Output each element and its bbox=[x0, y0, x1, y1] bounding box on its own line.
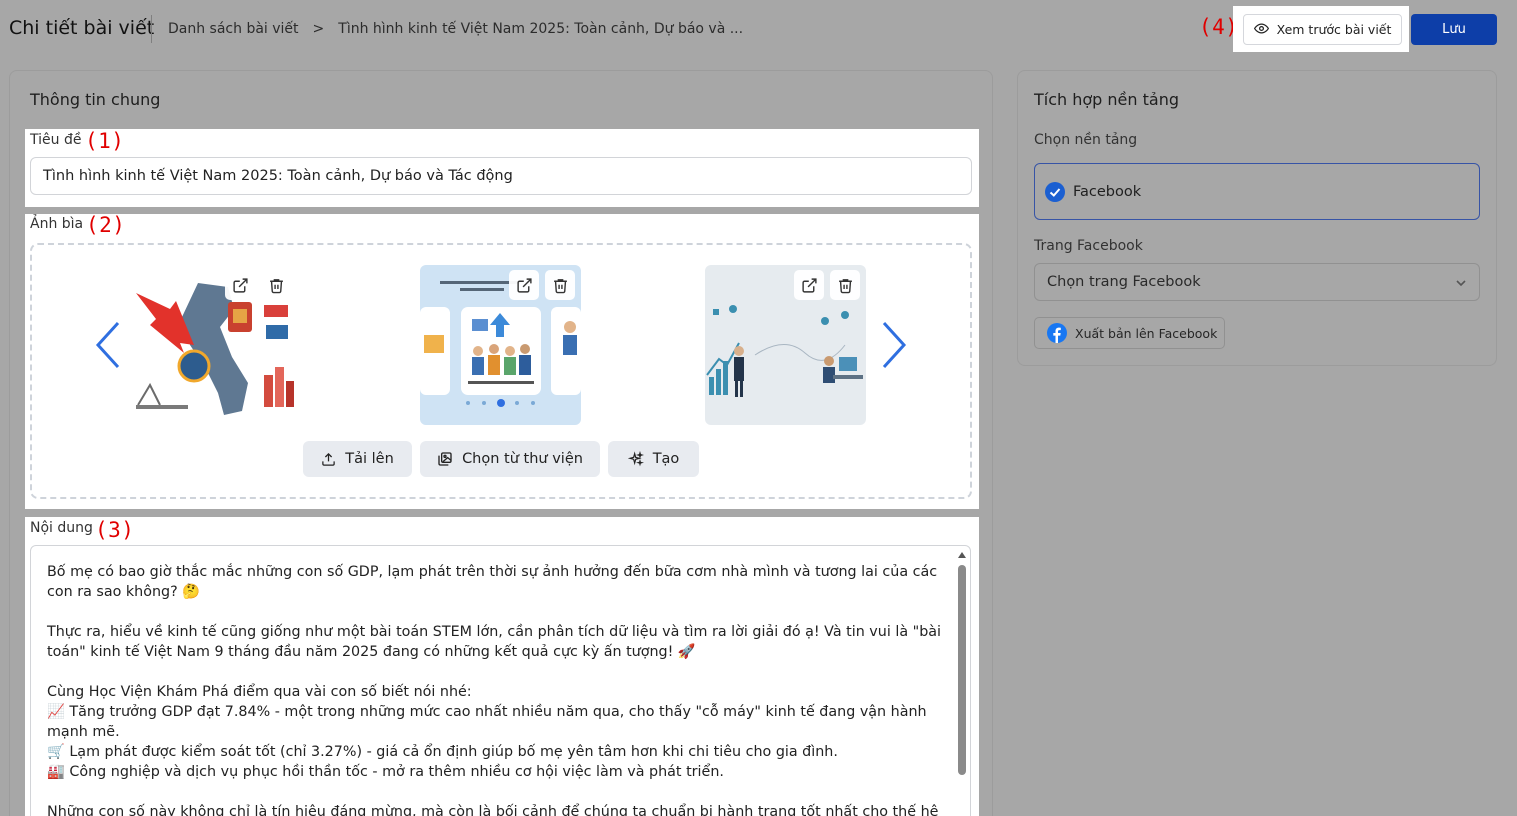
choose-from-library-button[interactable]: Chọn từ thư viện bbox=[420, 441, 600, 477]
open-image-2-button[interactable] bbox=[509, 270, 539, 300]
publish-facebook-button[interactable]: Xuất bản lên Facebook bbox=[1034, 317, 1225, 349]
general-info-title: Thông tin chung bbox=[30, 90, 161, 109]
external-link-icon bbox=[232, 277, 248, 293]
delete-image-2-button[interactable] bbox=[545, 270, 575, 300]
cover-image-1[interactable] bbox=[136, 265, 297, 425]
upload-button[interactable]: Tải lên bbox=[303, 441, 412, 477]
content-textarea[interactable]: Bố mẹ có bao giờ thắc mắc những con số G… bbox=[30, 545, 971, 816]
external-link-icon bbox=[801, 277, 817, 293]
facebook-page-select[interactable]: Chọn trang Facebook bbox=[1034, 263, 1480, 301]
facebook-page-select-value: Chọn trang Facebook bbox=[1047, 274, 1201, 290]
check-circle-icon bbox=[1045, 181, 1065, 202]
content-field-label: Nội dung bbox=[30, 520, 93, 536]
scroll-thumb[interactable] bbox=[958, 565, 966, 775]
annotation-2: (2) bbox=[86, 213, 126, 237]
preview-highlight: Xem trước bài viết bbox=[1233, 6, 1409, 52]
delete-image-1-button[interactable] bbox=[261, 270, 291, 300]
platform-integration-title: Tích hợp nền tảng bbox=[1034, 90, 1179, 109]
delete-image-3-button[interactable] bbox=[830, 270, 860, 300]
choose-from-library-label: Chọn từ thư viện bbox=[462, 451, 583, 467]
title-input[interactable]: Tình hình kinh tế Việt Nam 2025: Toàn cả… bbox=[30, 157, 972, 195]
breadcrumb-separator: > bbox=[312, 21, 325, 37]
header-divider bbox=[151, 15, 152, 43]
upload-label: Tải lên bbox=[345, 451, 394, 467]
trash-icon bbox=[838, 278, 852, 293]
title-field-label: Tiêu đề bbox=[30, 132, 82, 148]
scroll-up-arrow-icon[interactable] bbox=[958, 552, 966, 558]
facebook-icon bbox=[1047, 323, 1067, 343]
open-image-3-button[interactable] bbox=[794, 270, 824, 300]
cover-image-3[interactable] bbox=[705, 265, 866, 425]
annotation-1: (1) bbox=[85, 129, 125, 153]
chevron-down-icon bbox=[1455, 277, 1467, 293]
preview-post-label: Xem trước bài viết bbox=[1276, 22, 1392, 37]
carousel-next-button[interactable] bbox=[880, 321, 908, 373]
chevron-left-icon bbox=[95, 321, 120, 369]
choose-platform-label: Chọn nền tảng bbox=[1034, 132, 1138, 148]
top-bar: Chi tiết bài viết Danh sách bài viết > T… bbox=[0, 0, 1517, 60]
trash-icon bbox=[269, 278, 283, 293]
save-button[interactable]: Lưu bbox=[1411, 14, 1497, 45]
preview-post-button[interactable]: Xem trước bài viết bbox=[1243, 14, 1402, 45]
content-scrollbar[interactable] bbox=[956, 548, 968, 816]
platform-option-facebook[interactable]: Facebook bbox=[1034, 163, 1480, 220]
generate-label: Tạo bbox=[652, 451, 680, 467]
trash-icon bbox=[553, 278, 567, 293]
publish-facebook-label: Xuất bản lên Facebook bbox=[1075, 325, 1218, 341]
chevron-right-icon bbox=[882, 321, 907, 369]
breadcrumb-current-post: Tình hình kinh tế Việt Nam 2025: Toàn cả… bbox=[338, 21, 744, 37]
sparkles-icon bbox=[627, 451, 644, 467]
facebook-page-label: Trang Facebook bbox=[1034, 238, 1143, 254]
page-title: Chi tiết bài viết bbox=[9, 17, 155, 39]
breadcrumb-posts-list[interactable]: Danh sách bài viết bbox=[168, 21, 299, 37]
annotation-3: (3) bbox=[95, 518, 135, 542]
cover-image-2[interactable] bbox=[420, 265, 581, 425]
eye-icon bbox=[1253, 21, 1269, 39]
external-link-icon bbox=[516, 277, 532, 293]
cover-field-label: Ảnh bìa bbox=[30, 216, 84, 232]
upload-icon bbox=[322, 452, 335, 466]
generate-image-button[interactable]: Tạo bbox=[608, 441, 699, 477]
breadcrumb: Danh sách bài viết > Tình hình kinh tế V… bbox=[168, 21, 743, 37]
image-library-icon bbox=[438, 452, 452, 466]
content-text: Bố mẹ có bao giờ thắc mắc những con số G… bbox=[47, 564, 942, 816]
carousel-prev-button[interactable] bbox=[94, 321, 122, 373]
open-image-1-button[interactable] bbox=[225, 270, 255, 300]
platform-option-label: Facebook bbox=[1073, 183, 1142, 200]
